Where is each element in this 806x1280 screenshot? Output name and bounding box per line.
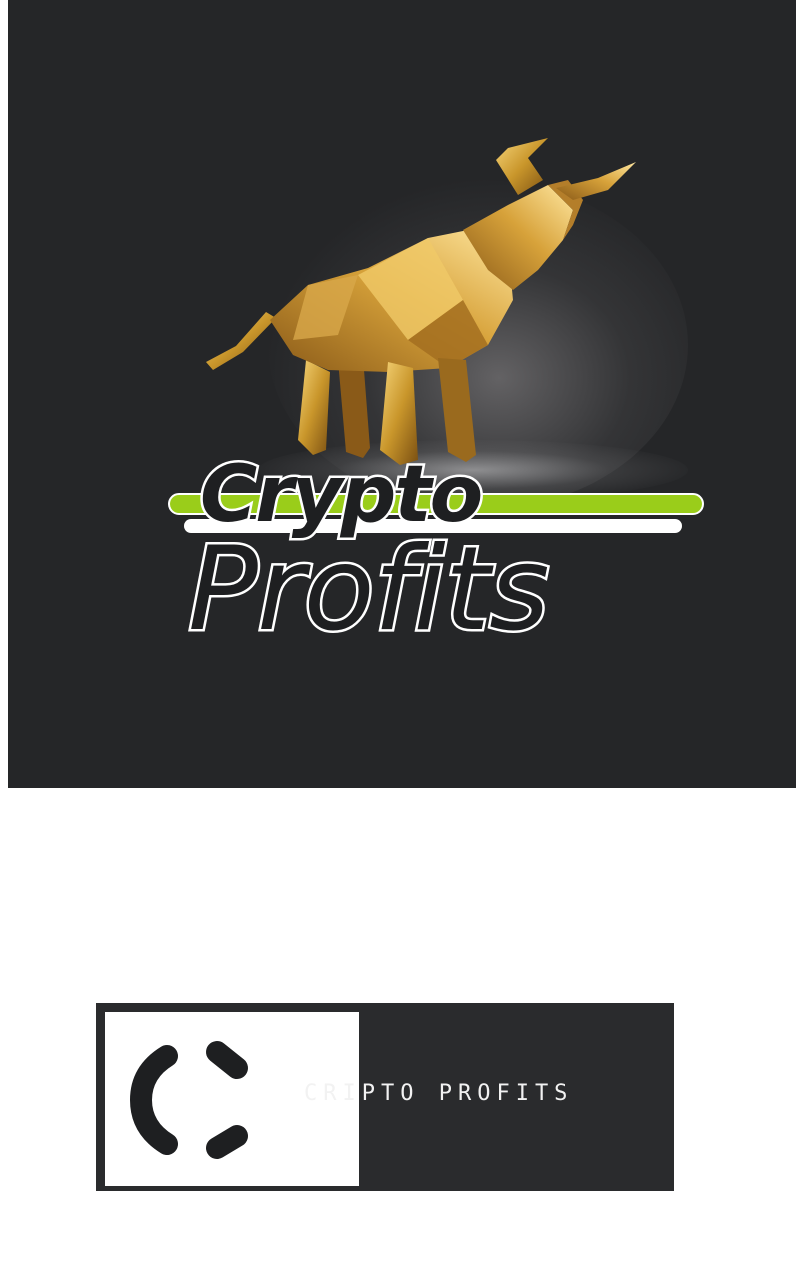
- crypto-profits-logo-panel: Crypto Profits: [8, 0, 796, 788]
- banner-title: CRIPTO PROFITS: [304, 1081, 574, 1106]
- golden-bull-icon: [206, 138, 636, 465]
- cripto-profits-banner: CRIPTO PROFITS: [96, 1003, 674, 1191]
- page: Crypto Profits CRIPTO PROFITS: [0, 0, 806, 1280]
- logo-word-profits: Profits: [186, 522, 553, 657]
